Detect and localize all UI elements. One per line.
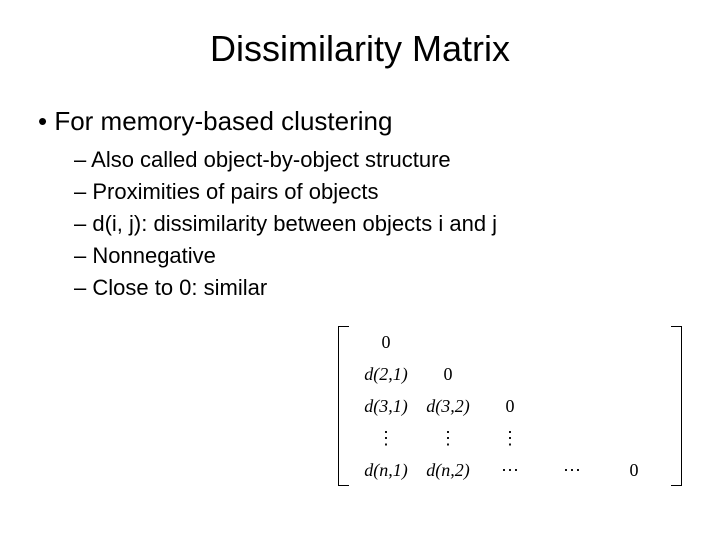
matrix-row: d(2,1) 0 (355, 358, 665, 390)
bullet-level2: Close to 0: similar (74, 275, 690, 301)
dissimilarity-matrix: 0 d(2,1) 0 d(3,1) d(3,2) 0 ⋮ ⋮ ⋮ d(n (338, 326, 682, 486)
bullet-level1: For memory-based clustering (38, 106, 690, 137)
matrix-cell: 0 (479, 390, 541, 422)
bullet-level2: Nonnegative (74, 243, 690, 269)
matrix-cell: 0 (603, 454, 665, 486)
matrix-cell: ⋮ (417, 422, 479, 454)
matrix-cell: 0 (355, 326, 417, 358)
matrix-cell: ⋮ (479, 422, 541, 454)
matrix-row: ⋮ ⋮ ⋮ (355, 422, 665, 454)
bullet-level2: Proximities of pairs of objects (74, 179, 690, 205)
left-bracket-icon (338, 326, 349, 486)
matrix-cell: ⋯ (541, 454, 603, 486)
matrix-cell: d(n,2) (417, 454, 479, 486)
matrix-cell: d(n,1) (355, 454, 417, 486)
matrix-row: d(n,1) d(n,2) ⋯ ⋯ 0 (355, 454, 665, 486)
right-bracket-icon (671, 326, 682, 486)
matrix-cell: d(3,2) (417, 390, 479, 422)
bullet-level2: d(i, j): dissimilarity between objects i… (74, 211, 690, 237)
matrix-row: 0 (355, 326, 665, 358)
matrix-body: 0 d(2,1) 0 d(3,1) d(3,2) 0 ⋮ ⋮ ⋮ d(n (355, 326, 665, 486)
slide-title: Dissimilarity Matrix (30, 28, 690, 70)
matrix-cell: d(3,1) (355, 390, 417, 422)
slide: Dissimilarity Matrix For memory-based cl… (0, 0, 720, 540)
matrix-row: d(3,1) d(3,2) 0 (355, 390, 665, 422)
matrix-cell: ⋮ (355, 422, 417, 454)
matrix-cell: 0 (417, 358, 479, 390)
matrix-cell: ⋯ (479, 454, 541, 486)
bullet-level2: Also called object-by-object structure (74, 147, 690, 173)
matrix-cell: d(2,1) (355, 358, 417, 390)
